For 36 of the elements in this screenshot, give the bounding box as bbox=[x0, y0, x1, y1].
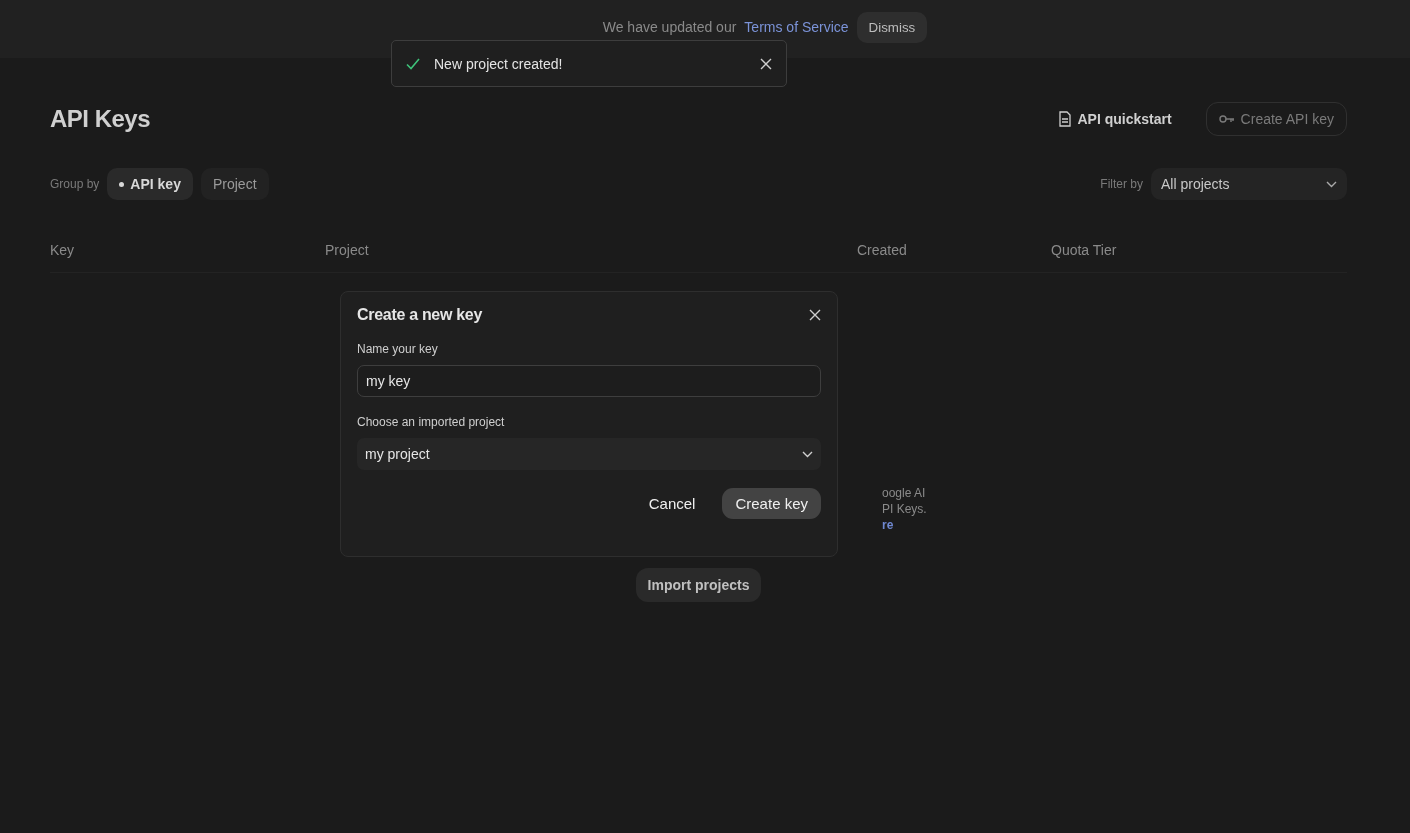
group-option[interactable]: Project bbox=[200, 168, 269, 200]
filter-label: Filter by bbox=[1100, 177, 1143, 191]
column-header: Key bbox=[50, 242, 76, 258]
project-dropdown[interactable]: my project bbox=[357, 438, 821, 470]
group-option[interactable]: API key bbox=[107, 168, 193, 200]
close-button[interactable] bbox=[760, 57, 772, 70]
empty-text: PI Keys. bbox=[882, 502, 928, 516]
key-icon bbox=[1218, 114, 1235, 124]
field-label: Name your key bbox=[357, 342, 439, 356]
create-key-button[interactable]: Create key bbox=[722, 488, 821, 519]
toast-message: New project created! bbox=[434, 55, 564, 72]
close-icon bbox=[760, 57, 772, 70]
dismiss-button[interactable]: Dismiss bbox=[856, 11, 928, 43]
group-by-label: Group by bbox=[50, 177, 100, 191]
terms-link[interactable]: Terms of Service bbox=[744, 19, 849, 35]
import-projects-button[interactable]: Import projects bbox=[635, 568, 762, 602]
quickstart-link[interactable]: API quickstart bbox=[1059, 111, 1172, 127]
column-header: Project bbox=[325, 242, 370, 258]
chevron-down-icon bbox=[1326, 180, 1337, 188]
close-icon bbox=[809, 309, 821, 321]
notice-text: We have updated our bbox=[602, 19, 737, 35]
cancel-button[interactable]: Cancel bbox=[635, 488, 709, 519]
selected-dot-icon bbox=[119, 181, 125, 187]
close-button[interactable] bbox=[809, 309, 821, 321]
check-icon bbox=[406, 57, 420, 70]
learn-link[interactable]: re bbox=[882, 518, 1347, 532]
filter-dropdown[interactable]: All projects bbox=[1151, 168, 1347, 200]
input-field[interactable]: my key bbox=[357, 365, 821, 397]
column-header: Created bbox=[857, 242, 908, 258]
chevron-down-icon bbox=[802, 450, 813, 458]
page-title: API Keys bbox=[50, 105, 151, 133]
document-icon bbox=[1059, 111, 1072, 127]
column-header: Quota Tier bbox=[1051, 242, 1118, 258]
empty-text: oogle AI bbox=[882, 486, 927, 500]
field-label: Choose an imported project bbox=[357, 415, 506, 429]
dialog-title: Create a new key bbox=[357, 306, 483, 324]
